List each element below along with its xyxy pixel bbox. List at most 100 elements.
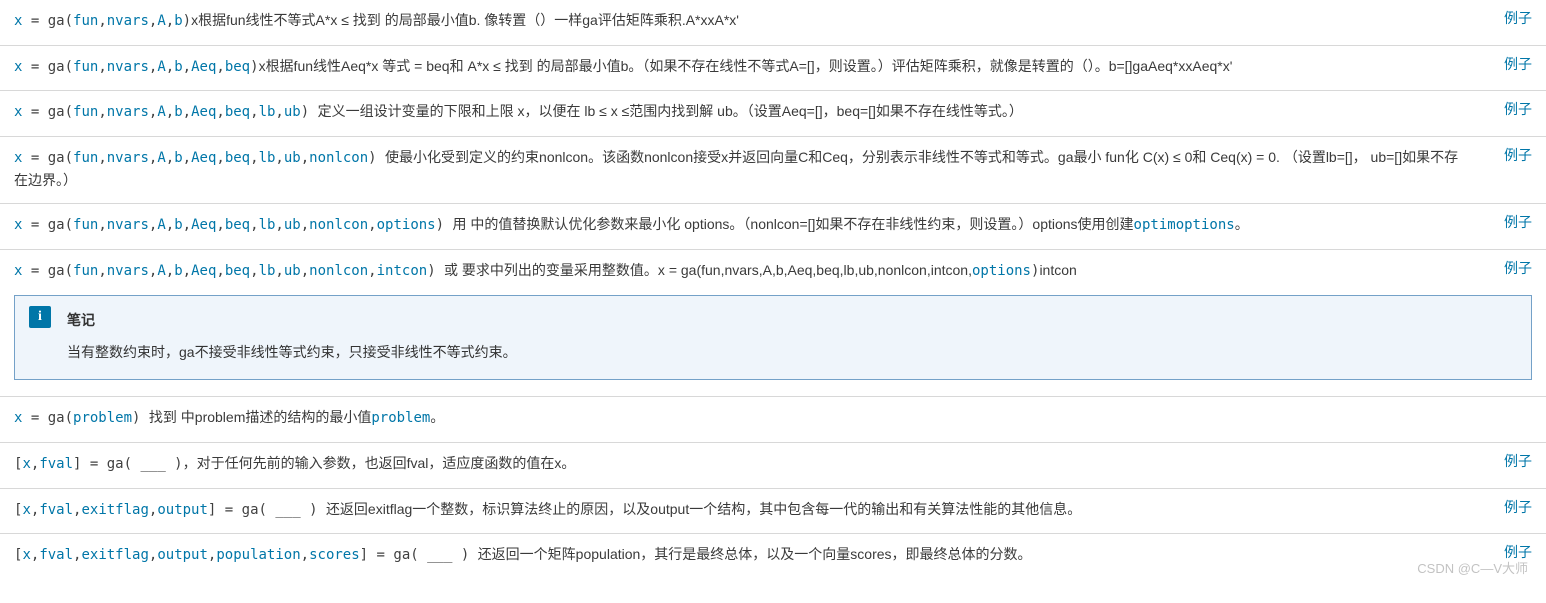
code-text: , (98, 13, 106, 29)
code-text: , (275, 104, 283, 120)
code-text: , (216, 150, 224, 166)
code-keyword: scores (309, 547, 360, 563)
code-keyword: lb (259, 150, 276, 166)
example-link[interactable]: 例子 (1504, 451, 1532, 473)
code-keyword: nvars (107, 59, 149, 75)
description-text: intcon (1039, 262, 1076, 278)
code-keyword: fval (39, 547, 73, 563)
code-keyword: exitflag (81, 502, 148, 518)
note-box: i笔记当有整数约束时，ga不接受非线性等式约束，只接受非线性不等式约束。 (14, 295, 1532, 380)
code-text: ) (301, 104, 318, 120)
code-keyword: ub (284, 263, 301, 279)
code-keyword: nvars (107, 150, 149, 166)
example-link[interactable]: 例子 (1504, 99, 1532, 121)
code-text: = ga( (22, 13, 73, 29)
code-keyword: x (22, 456, 30, 472)
code-text: , (183, 104, 191, 120)
code-keyword: Aeq (191, 263, 216, 279)
code-text: , (166, 59, 174, 75)
example-link[interactable]: 例子 (1504, 497, 1532, 519)
code-text: ] = ga( ___ ) (73, 456, 183, 472)
description-text: 。 (430, 409, 444, 425)
code-text: , (275, 217, 283, 233)
example-link[interactable]: 例子 (1504, 212, 1532, 234)
syntax-entry: 例子x = ga(fun,nvars,A,b,Aeq,beq,lb,ub,non… (0, 249, 1546, 396)
code-keyword: intcon (377, 263, 428, 279)
code-text: , (250, 104, 258, 120)
code-keyword: lb (259, 104, 276, 120)
syntax-line: x = ga(fun,nvars,A,b,Aeq,beq,lb,ub,nonlc… (14, 260, 1532, 283)
code-keyword: fun (73, 263, 98, 279)
example-link[interactable]: 例子 (1504, 542, 1532, 564)
code-keyword: beq (225, 150, 250, 166)
info-icon: i (29, 306, 51, 328)
syntax-entry: 例子x = ga(fun,nvars,A,b)x根据fun线性不等式A*x ≤ … (0, 0, 1546, 45)
code-text: = ga( (22, 410, 73, 426)
example-link[interactable]: 例子 (1504, 54, 1532, 76)
code-keyword: b (174, 104, 182, 120)
syntax-entry: x = ga(problem) 找到 中problem描述的结构的最小值prob… (0, 396, 1546, 442)
code-text: , (183, 217, 191, 233)
syntax-line: x = ga(fun,nvars,A,b,Aeq,beq,lb,ub,nonlc… (14, 147, 1532, 191)
code-keyword: options (377, 217, 436, 233)
code-text: , (250, 217, 258, 233)
code-keyword: A (157, 217, 165, 233)
example-link[interactable]: 例子 (1504, 145, 1532, 167)
code-text: , (98, 104, 106, 120)
syntax-entry: 例子[x,fval,exitflag,output,population,sco… (0, 533, 1546, 579)
syntax-line: x = ga(fun,nvars,A,b,Aeq,beq,lb,ub) 定义一组… (14, 101, 1532, 124)
code-keyword: Aeq (191, 150, 216, 166)
code-keyword: fun (73, 150, 98, 166)
code-keyword: output (157, 502, 208, 518)
syntax-line: [x,fval] = ga( ___ )，对于任何先前的输入参数，也返回fval… (14, 453, 1532, 476)
code-text: , (166, 104, 174, 120)
code-text: , (183, 263, 191, 279)
code-text: , (166, 263, 174, 279)
code-keyword: lb (259, 217, 276, 233)
code-keyword: b (174, 13, 182, 29)
code-text: = ga( (22, 217, 73, 233)
code-keyword: problem (73, 410, 132, 426)
code-text: , (98, 59, 106, 75)
code-keyword: fun (73, 104, 98, 120)
code-keyword: ub (284, 217, 301, 233)
code-keyword: beq (225, 104, 250, 120)
code-text: , (301, 217, 309, 233)
code-keyword: A (157, 263, 165, 279)
code-keyword: fun (73, 59, 98, 75)
code-text: , (216, 217, 224, 233)
syntax-line: x = ga(problem) 找到 中problem描述的结构的最小值prob… (14, 407, 1532, 430)
code-keyword: output (157, 547, 208, 563)
description-text: 还返回exitflag一个整数，标识算法终止的原因，以及output一个结构，其… (326, 501, 1081, 517)
code-keyword: x (22, 547, 30, 563)
code-text: , (183, 59, 191, 75)
code-keyword: nvars (107, 104, 149, 120)
description-text: x根据fun线性不等式A*x ≤ 找到 的局部最小值b. 像转置（）一样ga评估… (191, 12, 739, 28)
code-text: ) (250, 59, 258, 75)
doc-link[interactable]: problem (371, 410, 430, 426)
code-text: = ga( (22, 263, 73, 279)
code-keyword: nonlcon (309, 263, 368, 279)
description-text: 用 中的值替换默认优化参数来最小化 options。（nonlcon=[]如果不… (452, 216, 1133, 232)
code-keyword: lb (259, 263, 276, 279)
code-text: ) (132, 410, 149, 426)
code-text: , (301, 150, 309, 166)
code-text: , (275, 150, 283, 166)
syntax-entry: 例子x = ga(fun,nvars,A,b,Aeq,beq,lb,ub) 定义… (0, 90, 1546, 136)
code-keyword: fval (39, 456, 73, 472)
description-text: 还返回一个矩阵population，其行是最终总体，以及一个向量scores，即… (478, 546, 1032, 562)
syntax-entry: 例子[x,fval,exitflag,output] = ga( ___ ) 还… (0, 488, 1546, 534)
example-link[interactable]: 例子 (1504, 8, 1532, 30)
code-keyword: nvars (107, 263, 149, 279)
code-text: = ga( (22, 59, 73, 75)
description-text: 或 要求中列出的变量采用整数值。x = ga(fun,nvars,A,b,Aeq… (444, 262, 972, 278)
code-text: , (368, 263, 376, 279)
doc-link[interactable]: optimoptions (1134, 217, 1235, 233)
example-link[interactable]: 例子 (1504, 258, 1532, 280)
syntax-line: [x,fval,exitflag,output] = ga( ___ ) 还返回… (14, 499, 1532, 522)
code-keyword: Aeq (191, 104, 216, 120)
code-keyword: nonlcon (309, 150, 368, 166)
syntax-line: x = ga(fun,nvars,A,b)x根据fun线性不等式A*x ≤ 找到… (14, 10, 1532, 33)
code-keyword: ub (284, 104, 301, 120)
code-text: , (98, 263, 106, 279)
